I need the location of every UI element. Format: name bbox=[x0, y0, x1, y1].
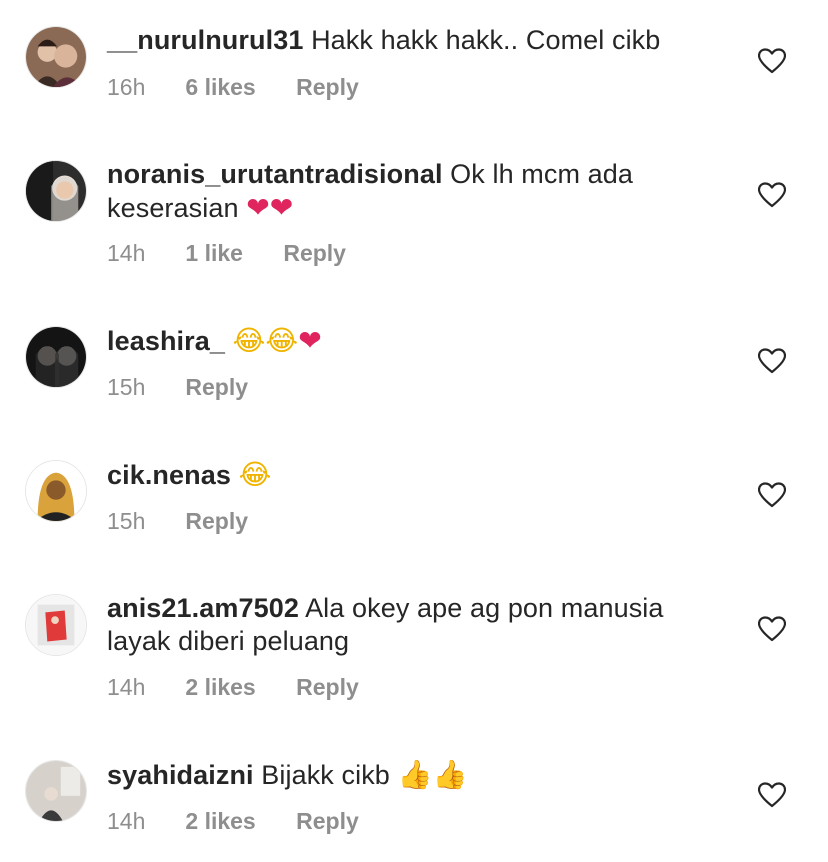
like-heart-icon[interactable] bbox=[758, 182, 786, 208]
comment-likes[interactable]: 2 likes bbox=[185, 808, 255, 835]
comment-likes[interactable]: 1 like bbox=[185, 240, 243, 267]
heart-emoji: ❤ bbox=[269, 191, 294, 224]
reply-button[interactable]: Reply bbox=[283, 240, 346, 267]
comment-username[interactable]: syahidaizni bbox=[107, 760, 254, 790]
comment-username[interactable]: cik.nenas bbox=[107, 460, 231, 490]
reply-button[interactable]: Reply bbox=[185, 508, 248, 535]
comment-likes[interactable]: 2 likes bbox=[185, 674, 255, 701]
comment-body: Hakk hakk hakk.. Comel cikb bbox=[311, 25, 661, 55]
avatar[interactable] bbox=[25, 326, 87, 388]
comment-body: Bijakk cikb bbox=[261, 760, 390, 790]
like-heart-icon[interactable] bbox=[758, 48, 786, 74]
avatar[interactable] bbox=[25, 460, 87, 522]
comment-meta: 14h 2 likes Reply bbox=[107, 674, 359, 701]
comment-text: anis21.am7502 Ala okey ape ag pon manusi… bbox=[107, 592, 717, 658]
comment-likes[interactable]: 6 likes bbox=[185, 74, 255, 101]
avatar[interactable] bbox=[25, 160, 87, 222]
like-heart-icon[interactable] bbox=[758, 782, 786, 808]
reply-button[interactable]: Reply bbox=[296, 808, 359, 835]
reply-button[interactable]: Reply bbox=[296, 674, 359, 701]
tears-of-joy-emoji: 😂 bbox=[238, 458, 272, 491]
comment-text: cik.nenas 😂 bbox=[107, 458, 717, 492]
avatar[interactable] bbox=[25, 594, 87, 656]
thumbs-up-emoji: 👍 bbox=[432, 758, 468, 791]
tears-of-joy-emoji: 😂 bbox=[265, 324, 299, 357]
heart-emoji: ❤ bbox=[298, 324, 322, 357]
reply-button[interactable]: Reply bbox=[185, 374, 248, 401]
comment-time: 15h bbox=[107, 374, 146, 400]
comment-meta: 15h Reply bbox=[107, 508, 248, 535]
comment-time: 14h bbox=[107, 808, 146, 834]
comment-text: leashira_ 😂😂❤ bbox=[107, 324, 717, 358]
comment-meta: 15h Reply bbox=[107, 374, 248, 401]
comment-text: __nurulnurul31 Hakk hakk hakk.. Comel ci… bbox=[107, 24, 717, 57]
comment-meta: 14h 2 likes Reply bbox=[107, 808, 359, 835]
avatar[interactable] bbox=[25, 760, 87, 822]
like-heart-icon[interactable] bbox=[758, 616, 786, 642]
comment-time: 16h bbox=[107, 74, 146, 100]
comment-username[interactable]: noranis_urutantradisional bbox=[107, 159, 443, 189]
comment-text: noranis_urutantradisional Ok lh mcm ada … bbox=[107, 158, 717, 225]
comment-time: 14h bbox=[107, 674, 146, 700]
thumbs-up-emoji: 👍 bbox=[397, 758, 433, 791]
comment-meta: 16h 6 likes Reply bbox=[107, 74, 359, 101]
like-heart-icon[interactable] bbox=[758, 348, 786, 374]
comment-time: 15h bbox=[107, 508, 146, 534]
heart-emoji: ❤ bbox=[246, 191, 270, 224]
reply-button[interactable]: Reply bbox=[296, 74, 359, 101]
comment-username[interactable]: leashira_ bbox=[107, 326, 225, 356]
comment-text: syahidaizni Bijakk cikb 👍👍 bbox=[107, 758, 717, 792]
avatar[interactable] bbox=[25, 26, 87, 88]
comment-username[interactable]: __nurulnurul31 bbox=[107, 25, 303, 55]
comment-time: 14h bbox=[107, 240, 146, 266]
tears-of-joy-emoji: 😂 bbox=[232, 324, 266, 357]
comment-username[interactable]: anis21.am7502 bbox=[107, 593, 299, 623]
comment-meta: 14h 1 like Reply bbox=[107, 240, 346, 267]
like-heart-icon[interactable] bbox=[758, 482, 786, 508]
